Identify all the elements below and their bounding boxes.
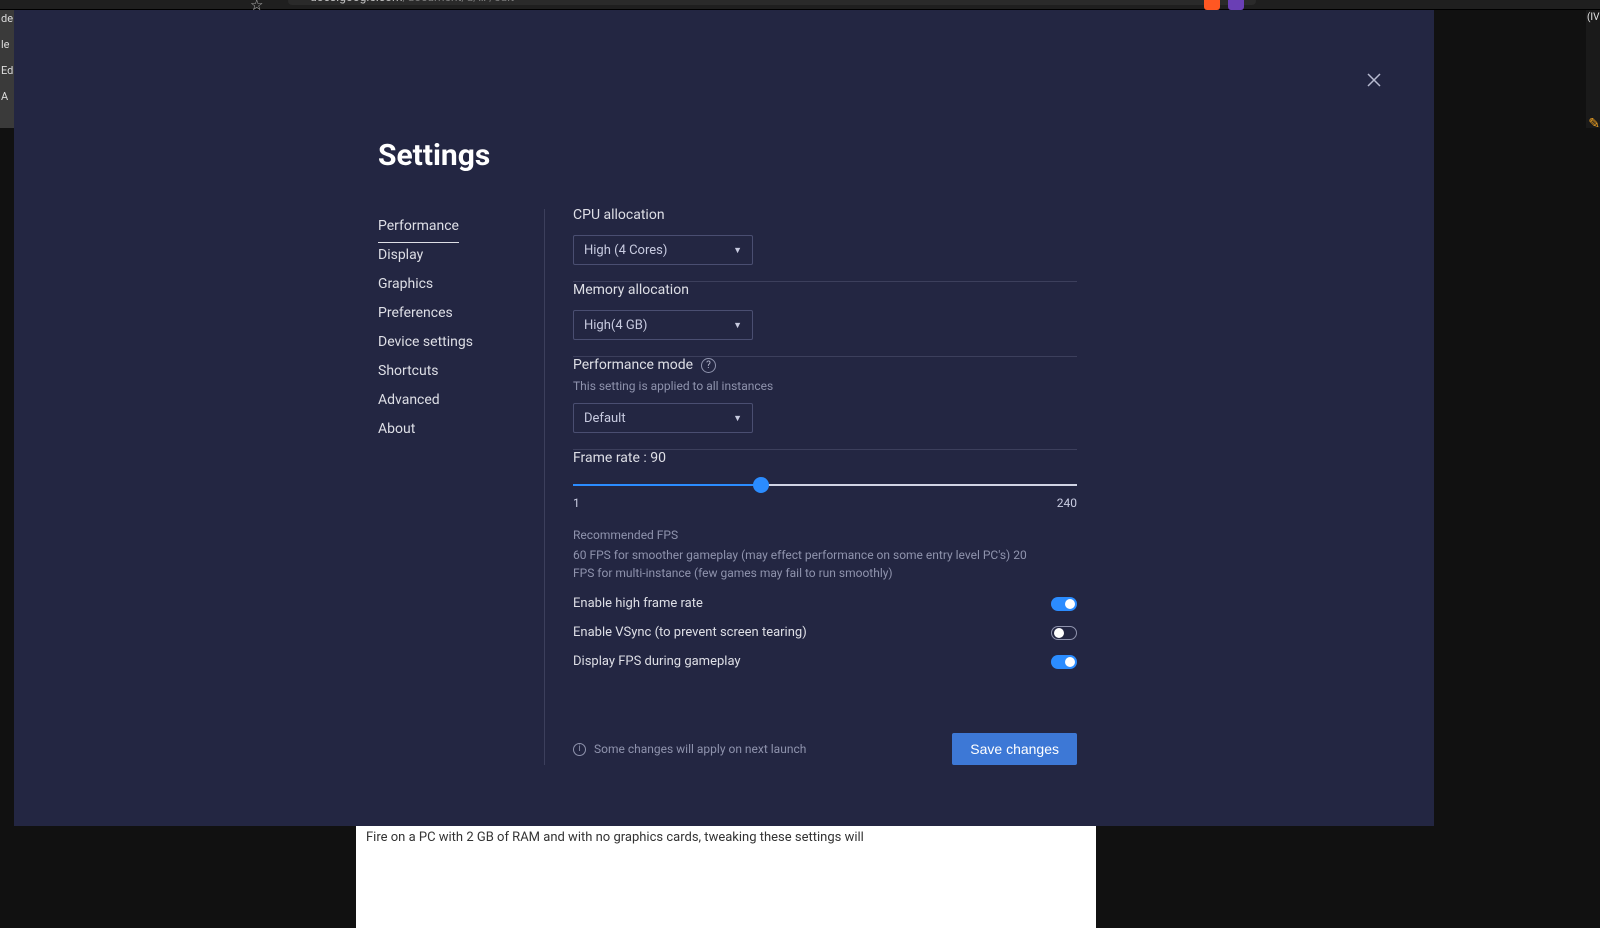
- section-framerate: Frame rate : 90 1 240 Recommended FPS 60…: [573, 450, 1077, 685]
- memory-label: Memory allocation: [573, 282, 1077, 298]
- recommended-fps-body: 60 FPS for smoother gameplay (may effect…: [573, 546, 1041, 582]
- info-icon: i: [573, 743, 586, 756]
- chevron-down-icon: ▼: [733, 320, 742, 331]
- section-cpu: CPU allocation High (4 Cores) ▼: [573, 207, 1077, 281]
- slider-max: 240: [1057, 496, 1077, 510]
- toggle-row-show-fps: Display FPS during gameplay: [573, 654, 1077, 669]
- chevron-down-icon: ▼: [733, 245, 742, 256]
- close-icon: [1366, 72, 1382, 88]
- footer-note: i Some changes will apply on next launch: [573, 742, 806, 756]
- extension-badge-2: [1228, 0, 1244, 10]
- slider-thumb[interactable]: [753, 477, 769, 493]
- nav-item-advanced[interactable]: Advanced: [378, 385, 440, 416]
- perfmode-label: Performance mode ?: [573, 357, 1077, 373]
- memory-select-value: High(4 GB): [584, 318, 647, 333]
- framerate-value: 90: [650, 450, 666, 466]
- save-button[interactable]: Save changes: [952, 733, 1077, 765]
- close-button[interactable]: [1364, 72, 1384, 92]
- footer-row: i Some changes will apply on next launch…: [573, 733, 1077, 765]
- help-icon[interactable]: ?: [701, 358, 716, 373]
- nav-item-device[interactable]: Device settings: [378, 327, 473, 358]
- nav-item-about[interactable]: About: [378, 414, 415, 445]
- section-perfmode: Performance mode ? This setting is appli…: [573, 357, 1077, 449]
- chevron-down-icon: ▼: [733, 413, 742, 424]
- perfmode-subnote: This setting is applied to all instances: [573, 379, 1077, 393]
- toggle-display-fps[interactable]: [1051, 655, 1077, 669]
- toggle-label: Display FPS during gameplay: [573, 654, 741, 669]
- nav-item-graphics[interactable]: Graphics: [378, 269, 433, 300]
- memory-select[interactable]: High(4 GB) ▼: [573, 310, 753, 340]
- settings-panel: Settings Performance Display Graphics Pr…: [14, 10, 1434, 826]
- toggle-high-frame-rate[interactable]: [1051, 597, 1077, 611]
- perfmode-select-value: Default: [584, 411, 626, 426]
- nav-item-preferences[interactable]: Preferences: [378, 298, 453, 329]
- left-cropped-strip: de le Ed A: [0, 10, 14, 128]
- vertical-divider: [544, 209, 545, 765]
- cpu-label: CPU allocation: [573, 207, 1077, 223]
- slider-fill: [573, 484, 761, 486]
- right-cropped-strip: (IV: [1586, 10, 1600, 128]
- page-title: Settings: [378, 138, 1078, 173]
- toggle-row-vsync: Enable VSync (to prevent screen tearing): [573, 625, 1077, 640]
- slider-min: 1: [573, 496, 580, 510]
- perfmode-select[interactable]: Default ▼: [573, 403, 753, 433]
- background-document: Fire on a PC with 2 GB of RAM and with n…: [356, 826, 1096, 928]
- cpu-select-value: High (4 Cores): [584, 243, 667, 258]
- url-host: docs.google.com: [310, 0, 403, 4]
- framerate-label: Frame rate : 90: [573, 450, 1077, 466]
- settings-content: CPU allocation High (4 Cores) ▼ Memory a…: [573, 207, 1077, 765]
- extension-badge-1: [1204, 0, 1220, 10]
- nav-item-shortcuts[interactable]: Shortcuts: [378, 356, 439, 387]
- settings-nav: Performance Display Graphics Preferences…: [378, 207, 544, 765]
- section-memory: Memory allocation High(4 GB) ▼: [573, 282, 1077, 356]
- toggle-label: Enable high frame rate: [573, 596, 703, 611]
- slider-range-labels: 1 240: [573, 496, 1077, 510]
- toggle-row-high-fps: Enable high frame rate: [573, 596, 1077, 611]
- nav-item-performance[interactable]: Performance: [378, 211, 459, 243]
- recommended-fps-title: Recommended FPS: [573, 528, 1077, 542]
- toggle-label: Enable VSync (to prevent screen tearing): [573, 625, 807, 640]
- url-path: /document/d/… /edit: [403, 0, 515, 4]
- toggle-vsync[interactable]: [1051, 626, 1077, 640]
- cpu-select[interactable]: High (4 Cores) ▼: [573, 235, 753, 265]
- framerate-slider[interactable]: [573, 476, 1077, 494]
- nav-item-display[interactable]: Display: [378, 240, 423, 271]
- pencil-icon: ✎: [1588, 116, 1600, 132]
- browser-url-bar: 🔒 docs.google.com/document/d/… /edit: [288, 0, 1256, 5]
